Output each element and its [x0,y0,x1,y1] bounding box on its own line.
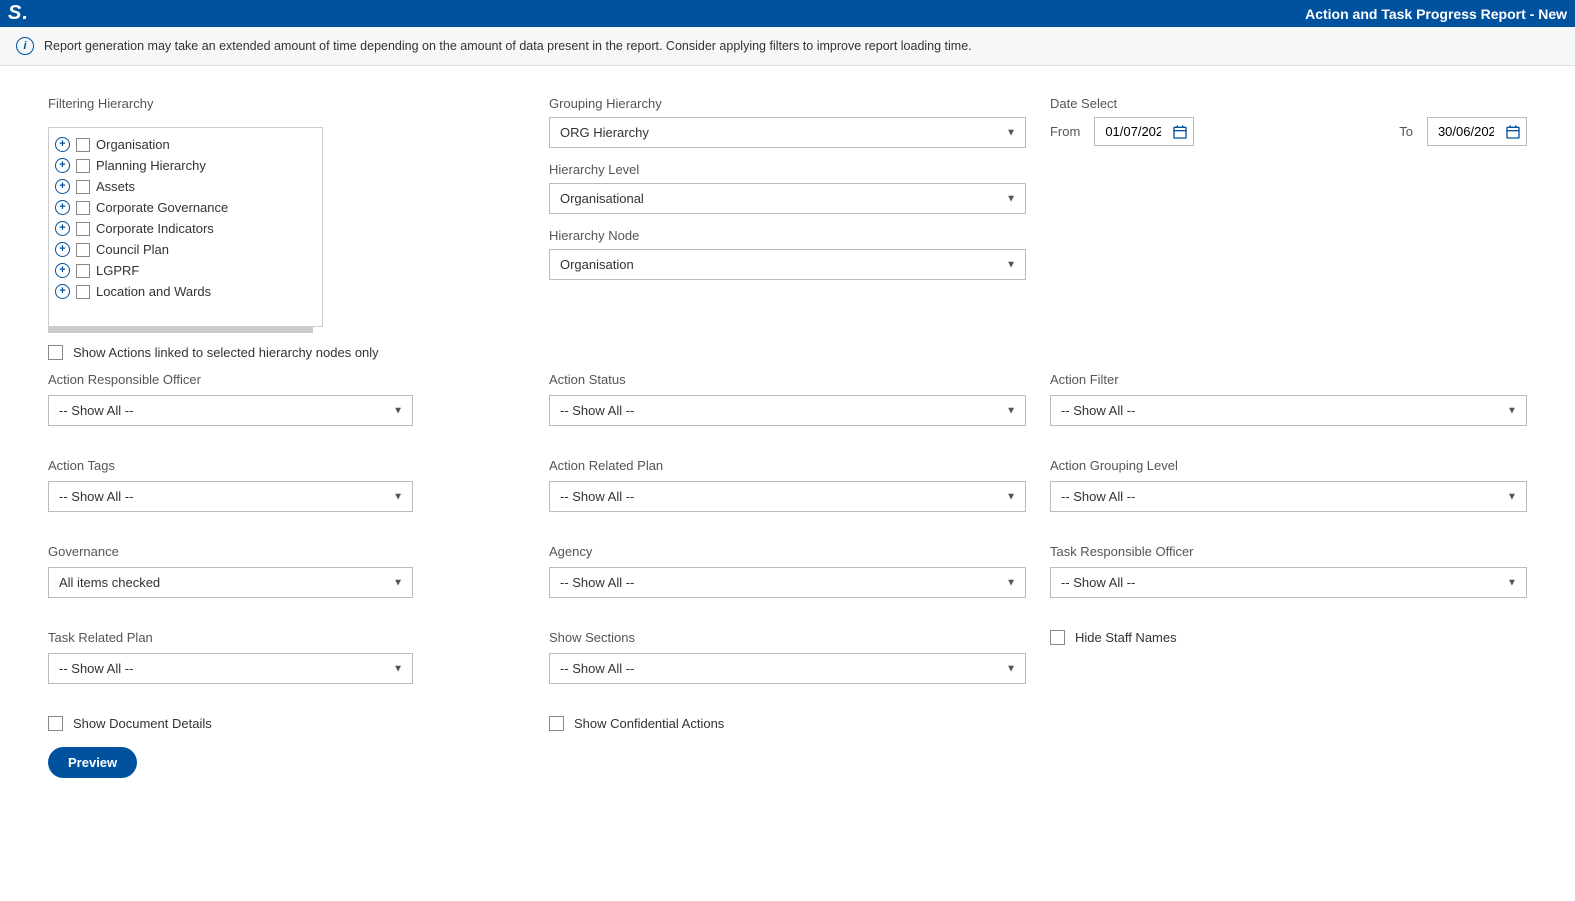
action-status-select[interactable]: -- Show All -- [549,395,1026,426]
hide-staff-names-label: Hide Staff Names [1075,630,1177,645]
calendar-icon[interactable] [1172,124,1188,140]
tree-item-label: Assets [96,179,135,194]
hierarchy-node-select[interactable]: Organisation [549,249,1026,280]
tree-item-label: LGPRF [96,263,139,278]
action-tags-label: Action Tags [48,458,525,473]
page-title: Action and Task Progress Report - New [1305,6,1567,22]
task-related-plan-select[interactable]: -- Show All -- [48,653,413,684]
expand-icon[interactable]: + [55,200,70,215]
tree-item-label: Corporate Indicators [96,221,214,236]
show-confidential-actions-label: Show Confidential Actions [574,716,724,731]
grouping-hierarchy-select[interactable]: ORG Hierarchy [549,117,1026,148]
to-label: To [1399,124,1413,139]
agency-select[interactable]: -- Show All -- [549,567,1026,598]
tree-checkbox[interactable] [76,180,90,194]
info-icon: i [16,37,34,55]
tree-checkbox[interactable] [76,285,90,299]
task-responsible-officer-label: Task Responsible Officer [1050,544,1527,559]
governance-select[interactable]: All items checked [48,567,413,598]
tree-checkbox[interactable] [76,264,90,278]
tree-item-label: Council Plan [96,242,169,257]
tree-checkbox[interactable] [76,222,90,236]
show-confidential-actions-checkbox[interactable] [549,716,564,731]
expand-icon[interactable]: + [55,179,70,194]
expand-icon[interactable]: + [55,284,70,299]
show-sections-select[interactable]: -- Show All -- [549,653,1026,684]
action-grouping-level-label: Action Grouping Level [1050,458,1527,473]
show-document-details-label: Show Document Details [73,716,212,731]
hierarchy-node-label: Hierarchy Node [549,228,1026,243]
app-logo: S. [8,2,29,25]
tree-item[interactable]: + Organisation [55,134,316,155]
task-related-plan-label: Task Related Plan [48,630,525,645]
governance-label: Governance [48,544,525,559]
info-message: Report generation may take an extended a… [44,39,972,53]
show-sections-label: Show Sections [549,630,1026,645]
hierarchy-level-label: Hierarchy Level [549,162,1026,177]
tree-item[interactable]: + Location and Wards [55,281,316,302]
calendar-icon[interactable] [1505,124,1521,140]
tree-item[interactable]: + Corporate Indicators [55,218,316,239]
filtering-hierarchy-label: Filtering Hierarchy [48,96,525,111]
tree-item[interactable]: + Corporate Governance [55,197,316,218]
task-responsible-officer-select[interactable]: -- Show All -- [1050,567,1527,598]
info-banner: i Report generation may take an extended… [0,27,1575,66]
from-label: From [1050,124,1080,139]
tree-checkbox[interactable] [76,138,90,152]
show-document-details-checkbox[interactable] [48,716,63,731]
tree-item[interactable]: + Council Plan [55,239,316,260]
action-related-plan-label: Action Related Plan [549,458,1026,473]
action-grouping-level-select[interactable]: -- Show All -- [1050,481,1527,512]
expand-icon[interactable]: + [55,221,70,236]
action-responsible-officer-label: Action Responsible Officer [48,372,525,387]
tree-item-label: Planning Hierarchy [96,158,206,173]
tree-checkbox[interactable] [76,159,90,173]
hide-staff-names-checkbox[interactable] [1050,630,1065,645]
tree-item[interactable]: + Assets [55,176,316,197]
preview-button[interactable]: Preview [48,747,137,778]
date-select-label: Date Select [1050,96,1527,111]
show-actions-linked-label: Show Actions linked to selected hierarch… [73,345,379,360]
hierarchy-level-select[interactable]: Organisational [549,183,1026,214]
top-bar: S. Action and Task Progress Report - New [0,0,1575,27]
agency-label: Agency [549,544,1026,559]
expand-icon[interactable]: + [55,263,70,278]
action-related-plan-select[interactable]: -- Show All -- [549,481,1026,512]
tree-item-label: Location and Wards [96,284,211,299]
expand-icon[interactable]: + [55,137,70,152]
expand-icon[interactable]: + [55,158,70,173]
tree-item-label: Corporate Governance [96,200,228,215]
tree-item[interactable]: + Planning Hierarchy [55,155,316,176]
tree-item[interactable]: + LGPRF [55,260,316,281]
action-status-label: Action Status [549,372,1026,387]
tree-checkbox[interactable] [76,201,90,215]
action-filter-label: Action Filter [1050,372,1527,387]
action-tags-select[interactable]: -- Show All -- [48,481,413,512]
filtering-hierarchy-tree[interactable]: + Organisation + Planning Hierarchy + As… [48,127,323,327]
grouping-hierarchy-label: Grouping Hierarchy [549,96,1026,111]
show-actions-linked-checkbox[interactable] [48,345,63,360]
tree-item-label: Organisation [96,137,170,152]
action-responsible-officer-select[interactable]: -- Show All -- [48,395,413,426]
tree-checkbox[interactable] [76,243,90,257]
expand-icon[interactable]: + [55,242,70,257]
action-filter-select[interactable]: -- Show All -- [1050,395,1527,426]
